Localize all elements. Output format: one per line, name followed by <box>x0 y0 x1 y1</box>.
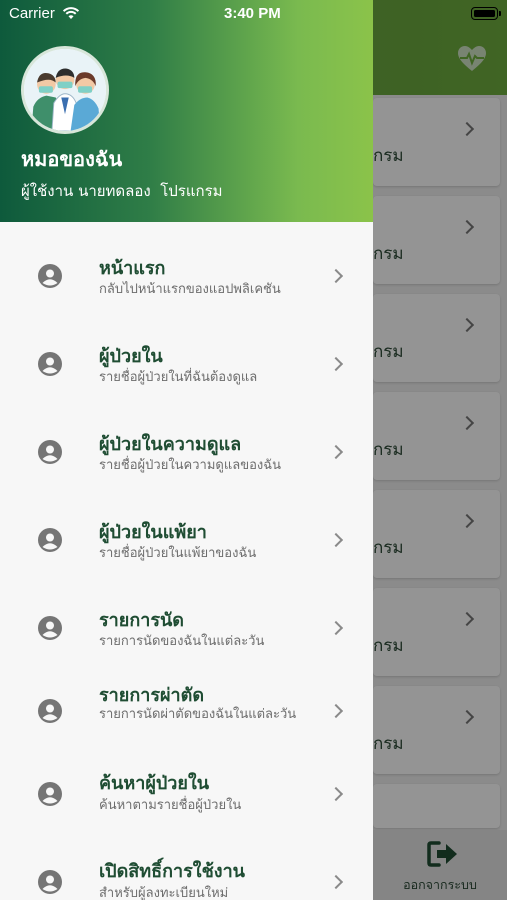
menu-item-appointments[interactable]: รายการนัด รายการนัดของฉันในแต่ละวัน <box>0 584 373 672</box>
menu-item-subtitle: กลับไปหน้าแรกของแอปพลิเคชัน <box>99 282 281 297</box>
menu-item-title: ค้นหาผู้ป่วยใน <box>99 773 210 794</box>
person-icon <box>38 440 62 464</box>
menu-item-subtitle: สำหรับผู้ลงทะเบียนใหม่ <box>99 886 229 900</box>
carrier-label: Carrier <box>9 5 55 22</box>
menu-item-surgeries[interactable]: รายการผ่าตัด รายการนัดผ่าตัดของฉันในแต่ล… <box>0 672 373 760</box>
status-bar: Carrier 3:40 PM <box>0 0 507 28</box>
chevron-right-icon <box>328 532 344 548</box>
person-icon <box>38 870 62 894</box>
drawer-header: หมอของฉัน ผู้ใช้งาน นายทดลอง โปรแกรม <box>0 0 373 222</box>
user-info: ผู้ใช้งาน นายทดลอง โปรแกรม <box>21 182 223 200</box>
chevron-right-icon <box>328 786 344 802</box>
menu-item-subtitle: รายการนัดผ่าตัดของฉันในแต่ละวัน <box>99 707 297 722</box>
menu-item-subtitle: รายชื่อผู้ป่วยในที่ฉันต้องดูแล <box>99 370 258 385</box>
person-icon <box>38 352 62 376</box>
menu-item-title: ผู้ป่วยในความดูแล <box>99 434 242 455</box>
menu-item-subtitle: รายชื่อผู้ป่วยในแพ้ยาของฉัน <box>99 546 257 561</box>
menu-item-subtitle: ค้นหาตามรายชื่อผู้ป่วยใน <box>99 798 242 813</box>
menu-item-title: หน้าแรก <box>99 258 166 279</box>
menu-item-grant-access[interactable]: เปิดสิทธิ์การใช้งาน สำหรับผู้ลงทะเบียนให… <box>0 848 373 900</box>
menu-item-home[interactable]: หน้าแรก กลับไปหน้าแรกของแอปพลิเคชัน <box>0 232 373 320</box>
menu-item-subtitle: รายชื่อผู้ป่วยในความดูแลของฉัน <box>99 458 281 473</box>
chevron-right-icon <box>328 703 344 719</box>
chevron-right-icon <box>328 874 344 890</box>
chevron-right-icon <box>328 620 344 636</box>
person-icon <box>38 699 62 723</box>
menu-item-drug-allergy[interactable]: ผู้ป่วยในแพ้ยา รายชื่อผู้ป่วยในแพ้ยาของฉ… <box>0 496 373 584</box>
menu-item-title: รายการนัด <box>99 610 184 631</box>
person-icon <box>38 616 62 640</box>
app-name: หมอของฉัน <box>21 147 123 171</box>
doctors-illustration <box>24 49 106 131</box>
menu-item-inpatients[interactable]: ผู้ป่วยใน รายชื่อผู้ป่วยในที่ฉันต้องดูแล <box>0 320 373 408</box>
navigation-drawer: หมอของฉัน ผู้ใช้งาน นายทดลอง โปรแกรม หน้… <box>0 0 373 900</box>
chevron-right-icon <box>328 268 344 284</box>
menu-item-patients-in-care[interactable]: ผู้ป่วยในความดูแล รายชื่อผู้ป่วยในความดู… <box>0 408 373 496</box>
person-icon <box>38 264 62 288</box>
menu-item-title: ผู้ป่วยในแพ้ยา <box>99 522 207 543</box>
menu-item-title: ผู้ป่วยใน <box>99 346 163 367</box>
person-icon <box>38 528 62 552</box>
wifi-icon <box>62 7 80 19</box>
clock: 3:40 PM <box>224 5 281 22</box>
person-icon <box>38 782 62 806</box>
menu-item-subtitle: รายการนัดของฉันในแต่ละวัน <box>99 634 265 649</box>
chevron-right-icon <box>328 444 344 460</box>
menu-item-search-inpatients[interactable]: ค้นหาผู้ป่วยใน ค้นหาตามรายชื่อผู้ป่วยใน <box>0 760 373 848</box>
chevron-right-icon <box>328 356 344 372</box>
menu-item-title: เปิดสิทธิ์การใช้งาน <box>99 861 245 882</box>
avatar[interactable] <box>21 46 109 134</box>
